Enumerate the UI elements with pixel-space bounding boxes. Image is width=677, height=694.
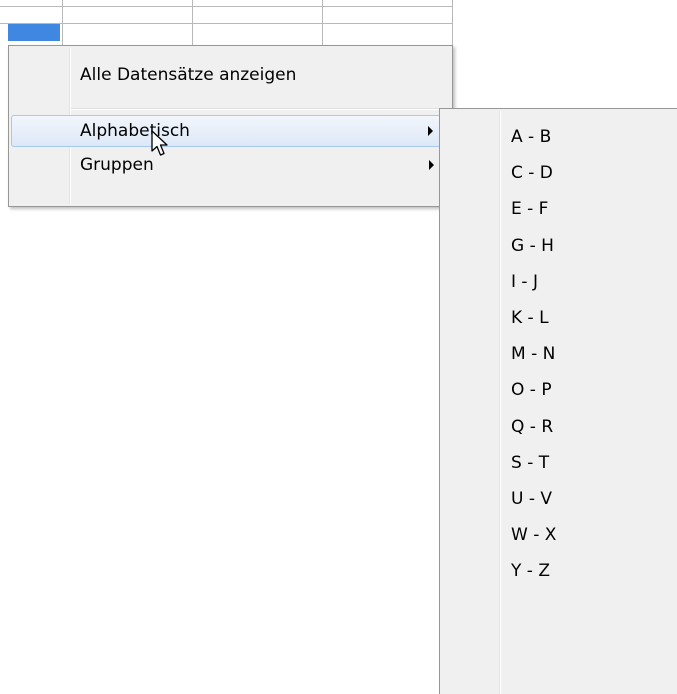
selected-row-indicator[interactable] [8, 24, 60, 41]
submenu-arrow-icon [428, 126, 433, 136]
menu-item-label: Alphabetisch [80, 121, 190, 141]
menu-item-label: Gruppen [80, 155, 154, 175]
menu-item-label: Alle Datensätze anzeigen [80, 65, 297, 85]
grid-col-line [192, 0, 193, 45]
grid-col-line [322, 0, 323, 45]
menu-item-alphabetisch[interactable]: Alphabetisch [11, 115, 450, 147]
submenu-arrow-icon [429, 160, 434, 170]
submenu-item[interactable]: A - B [442, 119, 677, 155]
menu-separator [71, 108, 450, 110]
grid-row-line [0, 23, 453, 24]
grid-col-line [452, 0, 453, 45]
submenu-item-label: O - P [511, 380, 552, 401]
submenu-item[interactable]: W - X [442, 517, 677, 553]
submenu-item-label: M - N [511, 344, 556, 365]
background-grid [0, 0, 453, 48]
submenu-item[interactable]: S - T [442, 445, 677, 481]
submenu-item-label: K - L [511, 308, 549, 328]
submenu-item-label: A - B [511, 127, 552, 147]
submenu-item-label: S - T [511, 452, 550, 473]
submenu-item-label: W - X [511, 525, 557, 546]
submenu-item[interactable]: E - F [442, 191, 677, 227]
submenu-item[interactable]: U - V [442, 481, 677, 517]
submenu-item[interactable]: I - J [442, 264, 677, 300]
submenu-item-label: E - F [511, 199, 549, 220]
submenu-item[interactable]: Y - Z [442, 553, 677, 589]
submenu-item-label: Y - Z [511, 561, 550, 582]
submenu-item-label: Q - R [511, 416, 554, 437]
submenu-item[interactable]: M - N [442, 336, 677, 372]
submenu-item-label: I - J [511, 271, 538, 292]
menu-item-gruppen[interactable]: Gruppen [11, 149, 450, 181]
submenu-item[interactable]: C - D [442, 155, 677, 191]
grid-col-line [62, 0, 63, 45]
context-menu: Alle Datensätze anzeigen Alphabetisch Gr… [8, 45, 453, 207]
submenu-item-label: G - H [511, 235, 554, 256]
submenu-item[interactable]: O - P [442, 372, 677, 408]
mouse-pointer-icon [151, 130, 168, 156]
alphabetisch-submenu: A - B C - D E - F G - H I - J K - L M - N O - P… [439, 108, 677, 694]
submenu-item[interactable]: K - L [442, 300, 677, 336]
menu-item-alle-datensaetze[interactable]: Alle Datensätze anzeigen [11, 59, 450, 91]
submenu-item-label: U - V [511, 489, 553, 509]
screen: Alle Datensätze anzeigen Alphabetisch Gr… [0, 0, 677, 694]
grid-row-line [0, 6, 453, 7]
submenu-item-label: C - D [511, 163, 553, 184]
submenu-item[interactable]: Q - R [442, 409, 677, 445]
submenu-item[interactable]: G - H [442, 228, 677, 264]
